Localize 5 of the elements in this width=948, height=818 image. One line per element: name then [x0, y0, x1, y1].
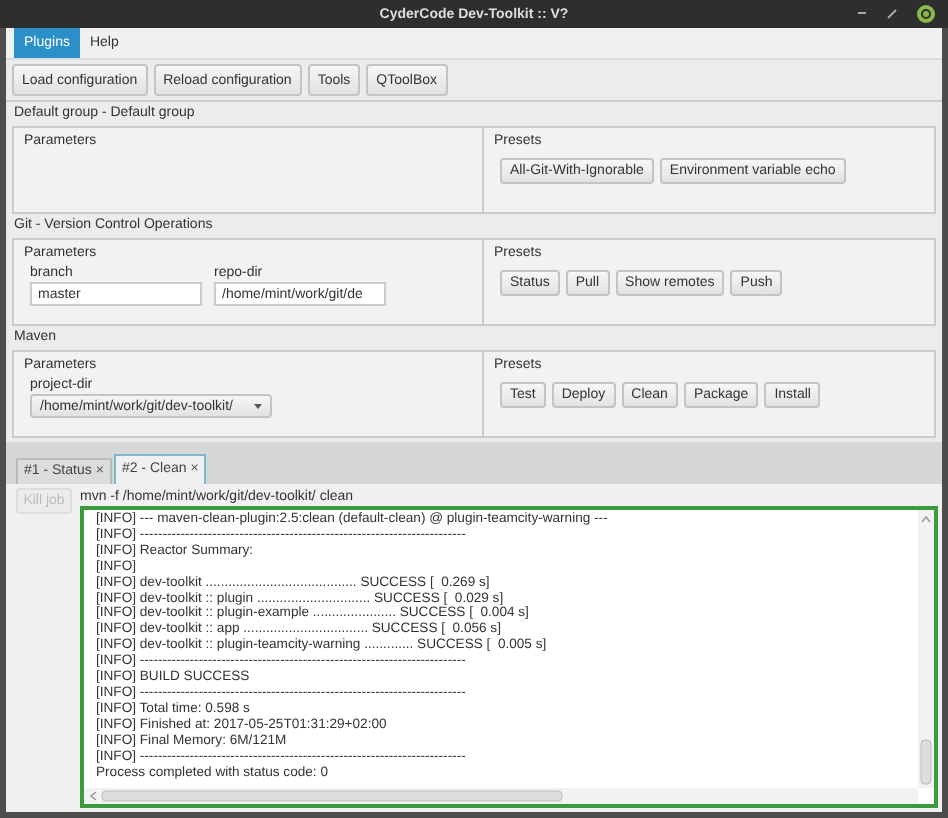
maximize-icon[interactable] — [886, 6, 898, 22]
horizontal-scrollbar[interactable] — [84, 788, 918, 804]
vertical-scrollbar[interactable] — [918, 510, 934, 788]
close-icon[interactable] — [916, 4, 936, 24]
caret-icon — [254, 403, 262, 409]
